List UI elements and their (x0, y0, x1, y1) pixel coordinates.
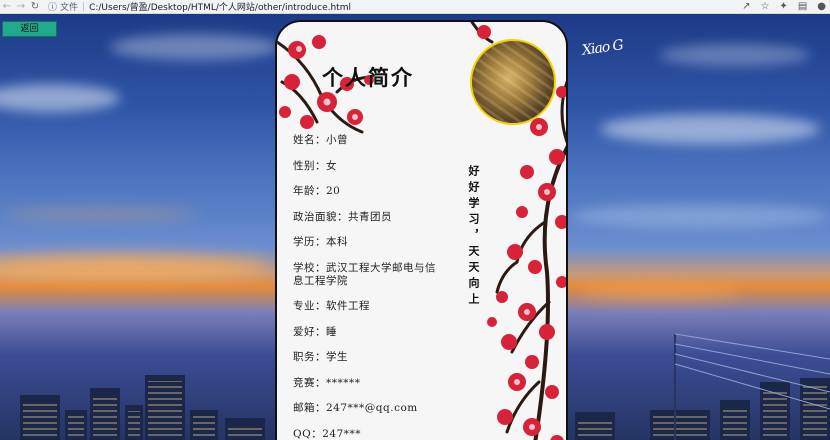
info-competition: 竞赛：****** (293, 376, 361, 389)
back-button[interactable]: 返回 (2, 21, 57, 37)
star-icon[interactable]: ☆ (760, 0, 769, 14)
info-gender: 性别：女 (293, 159, 337, 172)
motto-vertical: 好好学习，天天向上 (467, 165, 480, 309)
info-qq: QQ：247*** (293, 427, 362, 440)
page-title: 个人简介 (322, 65, 414, 90)
info-education: 学历：本科 (293, 236, 348, 248)
info-name: 姓名：小曾 (293, 134, 348, 146)
avatar (470, 39, 556, 125)
info-email: 邮箱：247***@qq.com (293, 402, 418, 414)
file-label: 文件 (60, 3, 79, 13)
info-major: 专业：软件工程 (293, 300, 370, 312)
separator: | (82, 1, 86, 12)
address-bar[interactable]: C:/Users/曾盈/Desktop/HTML/个人网站/other/intr… (89, 0, 351, 13)
info-hobby: 爱好：睡 (293, 325, 337, 338)
browser-toolbar: ← → ↻ ⓘ 文件 | C:/Users/曾盈/Desktop/HTML/个人… (0, 0, 830, 14)
toolbar-actions: ↗ ☆ ✦ ▤ ● (742, 0, 826, 14)
share-icon[interactable]: ↗ (742, 0, 750, 14)
extensions-icon[interactable]: ✦ (779, 0, 787, 14)
info-icon[interactable]: ⓘ (48, 0, 57, 13)
info-age: 年龄：20 (293, 185, 341, 197)
info-school: 学校：武汉工程大学邮电与信息工程学院 (293, 261, 436, 287)
forward-arrow-icon[interactable]: → (14, 0, 28, 14)
reload-icon[interactable]: ↻ (28, 0, 42, 14)
profile-info-list: 姓名：小曾 性别：女 年龄：20 政治面貌：共青团员 学历：本科 学校：武汉工程… (293, 134, 443, 440)
sidebar-icon[interactable]: ▤ (798, 0, 807, 14)
info-political-status: 政治面貌：共青团员 (293, 210, 392, 223)
profile-icon[interactable]: ● (817, 0, 826, 14)
info-position: 职务：学生 (293, 351, 348, 363)
back-arrow-icon[interactable]: ← (0, 0, 14, 14)
profile-card: 个人简介 姓名：小曾 性别：女 年龄：20 政治面貌：共青团员 学历：本科 学校… (275, 20, 568, 440)
